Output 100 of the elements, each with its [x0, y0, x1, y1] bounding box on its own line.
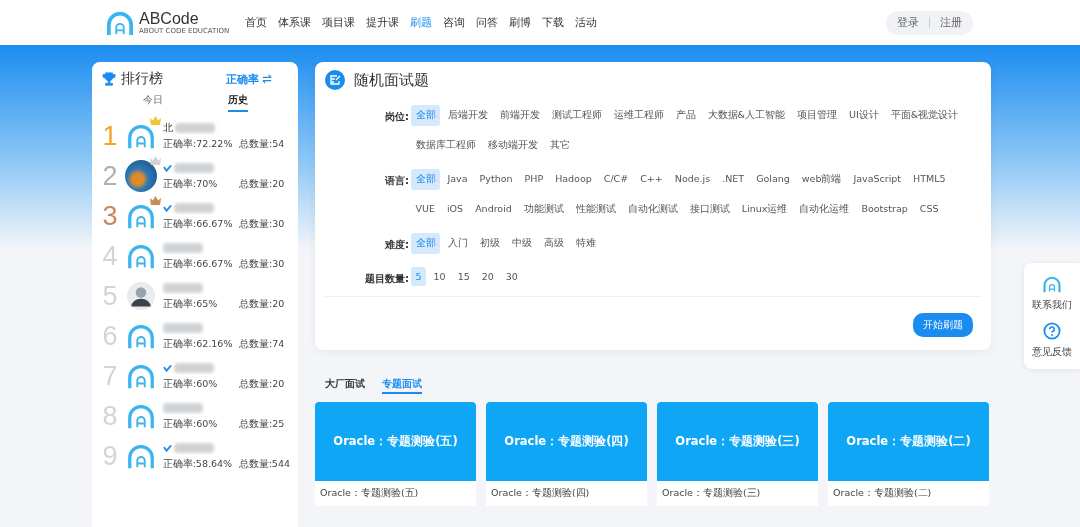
verified-icon [162, 443, 172, 452]
filter-chip[interactable]: 测试工程师 [547, 105, 606, 126]
filter-chip[interactable]: 性能测试 [571, 199, 621, 220]
filter-chip[interactable]: 运维工程师 [609, 105, 668, 126]
nav-link[interactable]: 刷博 [509, 15, 531, 30]
filter-chip[interactable]: 前端开发 [495, 105, 544, 126]
accuracy-text: 正确率:66.67% [163, 257, 234, 271]
filter-chip[interactable]: C/C# [599, 169, 633, 190]
filter-chip[interactable]: UI设计 [844, 105, 884, 126]
filter-chip[interactable]: 移动端开发 [483, 135, 542, 156]
filter-chip[interactable]: 高级 [539, 233, 568, 254]
blurred-name [163, 242, 203, 253]
nav-link[interactable]: 问答 [476, 15, 498, 30]
verified-icon [163, 163, 172, 172]
filter-chip[interactable]: 特难 [571, 233, 600, 254]
filter-chip[interactable]: web前端 [797, 169, 846, 190]
logo-icon [105, 9, 135, 36]
swap-icon [262, 74, 272, 84]
filter-chip[interactable]: Linux运维 [737, 199, 792, 220]
filter-chip[interactable]: 大数据&人工智能 [703, 105, 790, 126]
filter-chip[interactable]: 15 [453, 267, 475, 286]
card-caption: Oracle：专题测验(四) [490, 486, 591, 500]
blurred-name [173, 442, 214, 453]
filter-chip[interactable]: VUE [411, 199, 440, 220]
filter-chip[interactable]: CSS [915, 199, 943, 220]
filter-chip[interactable]: Hadoop [550, 169, 597, 190]
accuracy-text: 正确率:60% [163, 417, 219, 431]
trophy-icon [102, 72, 116, 86]
nav-link[interactable]: 体系课 [278, 15, 311, 30]
nav-link[interactable]: 咨询 [443, 15, 465, 30]
filter-chip[interactable]: 入门 [443, 233, 472, 254]
verified-icon [163, 363, 172, 372]
logo-icon [1042, 275, 1062, 293]
filter-chip[interactable]: 20 [477, 267, 499, 286]
quiz-title: 随机面试题 [354, 70, 429, 90]
nav-link[interactable]: 刷题 [410, 15, 432, 30]
leaderboard-title: 排行榜 [121, 70, 163, 88]
period-tab[interactable]: 今日 [142, 94, 163, 112]
total-text: 总数量:20 [239, 377, 285, 391]
rank-number: 2 [101, 160, 119, 192]
accuracy-text: 正确率:70% [163, 177, 219, 191]
card-caption: Oracle：专题测验(二) [832, 486, 933, 500]
filter-chip[interactable]: iOS [442, 199, 468, 220]
filter-chip[interactable]: .NET [717, 169, 749, 190]
blurred-name [163, 322, 203, 333]
accuracy-text: 正确率:72.22% [163, 137, 234, 151]
filter-chip[interactable]: 数据库工程师 [411, 135, 480, 156]
avatar-logo-icon [125, 442, 156, 470]
rank-number: 3 [101, 200, 119, 232]
avatar-logo-icon [126, 362, 156, 390]
side-link[interactable]: 联系我们 [1032, 299, 1072, 312]
nav-link[interactable]: 提升课 [366, 15, 399, 30]
edit-icon [325, 70, 345, 90]
filter-chip[interactable]: 自动化测试 [623, 199, 683, 220]
side-link[interactable]: 意见反馈 [1032, 346, 1072, 359]
avatar-logo-icon [126, 322, 156, 350]
filter-label: 难度: [384, 238, 409, 252]
filter-chip[interactable]: 30 [501, 267, 523, 286]
filter-chip[interactable]: 10 [429, 267, 451, 286]
crown-icon [149, 155, 162, 166]
filter-chip[interactable]: HTML5 [908, 169, 951, 190]
accuracy-text: 正确率:62.16% [163, 337, 234, 351]
filter-chip[interactable]: Python [475, 169, 517, 190]
total-text: 总数量:74 [239, 337, 285, 351]
filter-chip[interactable]: 后端开发 [443, 105, 492, 126]
auth-link[interactable]: 登录 [897, 15, 919, 30]
filter-chip[interactable]: 产品 [671, 105, 700, 126]
filter-chip[interactable]: Android [470, 199, 517, 220]
filter-chip[interactable]: PHP [520, 169, 548, 190]
filter-chip[interactable]: 功能测试 [519, 199, 569, 220]
blurred-name [163, 402, 203, 413]
filter-chip[interactable]: 接口测试 [685, 199, 735, 220]
nav-link[interactable]: 首页 [245, 15, 267, 30]
accuracy-text: 正确率:58.64% [162, 457, 234, 471]
accuracy-text: 正确率:60% [163, 377, 219, 391]
nav-link[interactable]: 下载 [542, 15, 564, 30]
accuracy-text: 正确率:65% [163, 297, 219, 311]
filter-chip[interactable]: 其它 [545, 135, 574, 156]
nav-link[interactable]: 项目课 [322, 15, 355, 30]
crown-icon [149, 115, 162, 126]
avatar-photo-placeholder [125, 160, 157, 192]
filter-chip[interactable]: 自动化运维 [794, 199, 854, 220]
filter-chip[interactable]: Golang [751, 169, 795, 190]
filter-chip[interactable]: 初级 [475, 233, 504, 254]
nav-link[interactable]: 活动 [575, 15, 597, 30]
filter-chip[interactable]: 项目管理 [792, 105, 842, 126]
auth-link[interactable]: 注册 [940, 15, 962, 30]
filter-chip[interactable]: 中级 [507, 233, 536, 254]
filter-chip[interactable]: Node.js [670, 169, 715, 190]
period-tab[interactable]: 历史 [227, 94, 248, 112]
filter-label: 岗位: [384, 110, 409, 124]
avatar-logo-icon [126, 122, 156, 150]
filter-chip[interactable]: Bootstrap [856, 199, 913, 220]
filter-chip[interactable]: 平面&视觉设计 [886, 105, 963, 126]
blurred-name [174, 162, 214, 173]
section-tab[interactable]: 大厂面试 [325, 378, 365, 392]
filter-chip[interactable]: JavaScript [848, 169, 906, 190]
blurred-name [174, 202, 214, 213]
filter-chip[interactable]: C++ [635, 169, 668, 190]
filter-chip[interactable]: Java [443, 169, 473, 190]
